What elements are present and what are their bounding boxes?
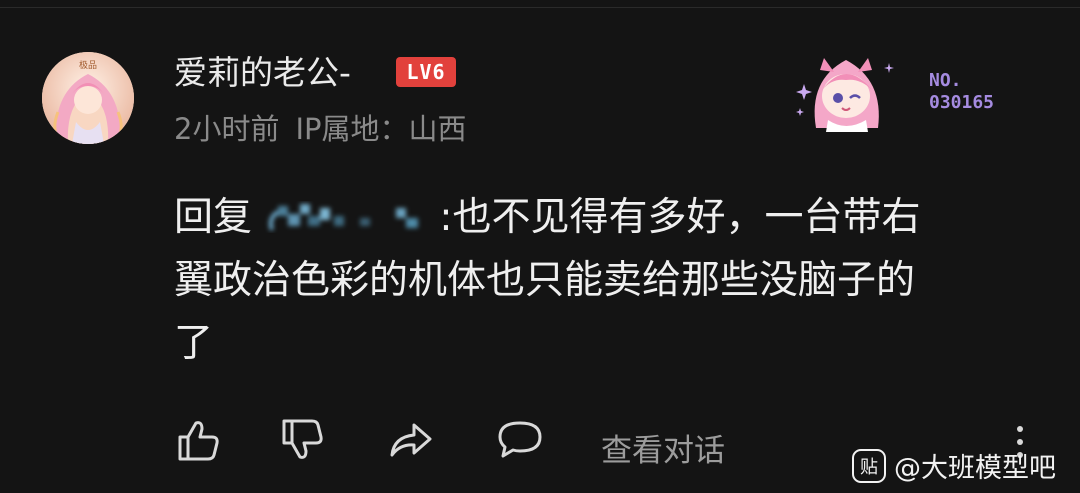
ip-location: IP属地：山西 [295,112,467,146]
comment-meta: 2小时前 IP属地：山西 [174,106,483,148]
level-badge: LV6 [396,57,456,87]
share-icon [390,423,432,457]
blurred-username[interactable] [264,194,439,238]
blurred-name-mosaic [269,204,419,231]
fan-badge-number: NO. 030165 [929,70,994,114]
reply-text-line3: 了 [174,321,214,366]
reply-text-line2: 翼政治色彩的机体也只能卖给那些没脑子的 [174,258,916,303]
divider [0,7,1080,8]
tieba-logo-icon: 贴 [852,448,886,483]
avatar-badge-text: 极品 [79,59,97,71]
reply-text-line1: :也不见得有多好，一台带右 [439,195,921,240]
fan-number-prefix: NO. [929,70,962,91]
tieba-watermark: 贴 @大班模型吧 [852,446,1056,485]
share-button[interactable] [386,415,436,469]
like-button[interactable] [174,415,224,469]
fan-badge-character[interactable] [788,40,908,132]
thumbs-down-icon [282,419,323,459]
post-time: 2小时前 [174,112,280,146]
reply-prefix: 回复 [174,195,253,240]
view-replies-link[interactable]: 查看对话 [601,425,725,470]
username[interactable]: 爱莉的老公- [174,46,351,94]
user-avatar[interactable]: 极品 [42,52,134,144]
avatar-image: 极品 [42,52,134,144]
dislike-button[interactable] [278,415,328,469]
comment-body: 回复 :也不见得有多好，一台带右 翼政治色彩的机体也只能卖给那些没脑子的 了 [174,186,1044,375]
anime-girl-icon [796,58,894,132]
fan-number: 030165 [929,92,995,113]
thumbs-up-icon [178,421,219,461]
comment-button[interactable] [494,415,546,469]
speech-bubble-icon [498,421,542,458]
watermark-text: @大班模型吧 [894,453,1056,484]
comment-screen: 极品 爱莉的老公- LV6 2小时前 IP属地：山西 NO. 030165 回复 [0,0,1080,493]
